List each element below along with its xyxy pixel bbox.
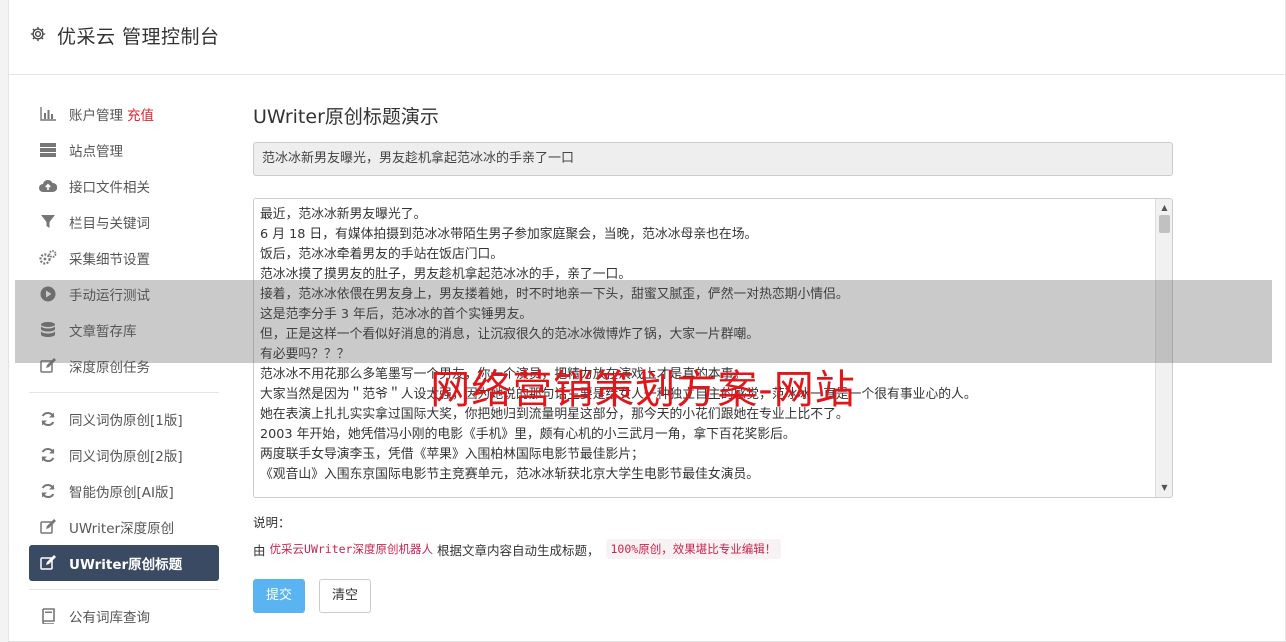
article-line: 范冰冰不用花那么多笔墨写一个男友，你一个演员，把精力放在演戏上才是真的本事。 [260, 367, 747, 382]
scrollbar-thumb[interactable] [1159, 215, 1170, 233]
console-panel: 优采云 管理控制台 账户管理 充值 站点管理 接口文件相关 栏目与关键词 采集细… [8, 0, 1286, 642]
sidebar-item-label: 账户管理 [69, 108, 123, 124]
sidebar-divider [29, 589, 219, 590]
sidebar-item-label: 公有词库查询 [69, 610, 150, 626]
article-line: 6 月 18 日，有媒体拍摄到范冰冰带陌生男子参加家庭聚会，当晚，范冰冰母亲也在… [260, 227, 758, 242]
article-line: 这是范李分手 3 年后，范冰冰的首个实锤男友。 [260, 307, 533, 322]
sidebar-item-label: 同义词伪原创[1版] [69, 413, 183, 429]
article-line: 饭后，范冰冰牵着男友的手站在饭店门口。 [260, 247, 504, 262]
sidebar-item-label: 站点管理 [69, 144, 123, 160]
server-icon [39, 141, 57, 159]
gear-icon [30, 26, 46, 42]
sidebar-item-article-store[interactable]: 文章暂存库 [29, 312, 219, 348]
edit-icon [39, 357, 57, 375]
refresh-icon [39, 482, 57, 500]
sidebar-item-label: 栏目与关键词 [69, 216, 150, 232]
main-content: UWriter原创标题演示 范冰冰新男友曝光，男友趁机拿起范冰冰的手亲了一口 最… [253, 104, 1173, 613]
refresh-icon [39, 410, 57, 428]
refresh-icon [39, 446, 57, 464]
sidebar-item-sites[interactable]: 站点管理 [29, 132, 219, 168]
article-text: 最近，范冰冰新男友曝光了。 6 月 18 日，有媒体拍摄到范冰冰带陌生男子参加家庭… [254, 199, 1172, 485]
textarea-scrollbar[interactable]: ▲ ▼ [1155, 199, 1172, 497]
note-text: 由 优采云UWriter深度原创机器人 根据文章内容自动生成标题， 100%原创… [253, 539, 1173, 559]
generated-title-field[interactable]: 范冰冰新男友曝光，男友趁机拿起范冰冰的手亲了一口 [253, 142, 1173, 176]
play-circle-icon [39, 285, 57, 303]
sidebar-item-collect-settings[interactable]: 采集细节设置 [29, 240, 219, 276]
sidebar-item-label: UWriter深度原创 [69, 521, 175, 537]
article-line: 但，正是这样一个看似好消息的消息，让沉寂很久的范冰冰微博炸了锅，大家一片群嘲。 [260, 327, 760, 342]
sidebar-item-account[interactable]: 账户管理 充值 [29, 96, 219, 132]
submit-button[interactable]: 提交 [253, 579, 306, 613]
note-prefix: 由 [253, 542, 266, 558]
sidebar-item-smart-ai[interactable]: 智能伪原创[AI版] [29, 473, 219, 509]
bar-chart-icon [39, 105, 57, 123]
article-line: 最近，范冰冰新男友曝光了。 [260, 207, 427, 222]
sidebar-item-label: 手动运行测试 [69, 288, 150, 304]
sidebar-item-label: 智能伪原创[AI版] [69, 485, 174, 501]
scroll-up-arrow-icon[interactable]: ▲ [1156, 201, 1172, 215]
sidebar-item-public-lexicon[interactable]: 公有词库查询 [29, 598, 219, 634]
note-code: 100%原创，效果堪比专业编辑！ [605, 539, 782, 559]
sidebar-divider [29, 392, 219, 393]
page-title: UWriter原创标题演示 [253, 106, 439, 128]
sidebar: 账户管理 充值 站点管理 接口文件相关 栏目与关键词 采集细节设置 手动运行测试… [29, 96, 219, 634]
article-line: 她在表演上扎扎实实拿过国际大奖，你把她归到流量明星这部分，那今天的小花们跟她在专… [260, 407, 849, 422]
sidebar-item-label: 文章暂存库 [69, 324, 137, 340]
article-line: 接着，范冰冰依偎在男友身上，男友搂着她，时不时地亲一下头，甜蜜又腻歪，俨然一对热… [260, 287, 849, 302]
note-label: 说明： [253, 515, 291, 530]
sidebar-item-label: 接口文件相关 [69, 180, 150, 196]
article-line: 两度联手女导演李玉，凭借《苹果》入围柏林国际电影节最佳影片； [260, 447, 644, 462]
sidebar-item-label: 同义词伪原创[2版] [69, 449, 183, 465]
filter-icon [39, 213, 57, 231]
article-line: 《观音山》入围东京国际电影节主竞赛单元，范冰冰斩获北京大学生电影节最佳女演员。 [260, 467, 760, 482]
sidebar-item-label: 深度原创任务 [69, 360, 150, 376]
sidebar-item-uwriter-deep[interactable]: UWriter深度原创 [29, 509, 219, 545]
header: 优采云 管理控制台 [9, 0, 1285, 75]
sidebar-item-columns-keywords[interactable]: 栏目与关键词 [29, 204, 219, 240]
gears-icon [39, 249, 57, 267]
edit-icon [39, 518, 57, 536]
action-buttons: 提交 清空 [253, 579, 1173, 613]
note-middle: 根据文章内容自动生成标题， [436, 542, 600, 558]
sidebar-item-synonym-v2[interactable]: 同义词伪原创[2版] [29, 437, 219, 473]
cloud-upload-icon [39, 177, 57, 195]
article-line: 有必要吗？？？ [260, 347, 350, 362]
book-icon [39, 607, 57, 625]
sidebar-item-synonym-v1[interactable]: 同义词伪原创[1版] [29, 401, 219, 437]
sidebar-item-interface-files[interactable]: 接口文件相关 [29, 168, 219, 204]
sidebar-item-deep-original-task[interactable]: 深度原创任务 [29, 348, 219, 384]
app-title: 优采云 管理控制台 [57, 26, 220, 48]
recharge-link[interactable]: 充值 [127, 104, 154, 124]
note-highlight: 优采云UWriter深度原创机器人 [269, 542, 433, 556]
sidebar-item-label: 采集细节设置 [69, 252, 150, 268]
scroll-down-arrow-icon[interactable]: ▼ [1156, 481, 1172, 495]
article-line: 2003 年开始，她凭借冯小刚的电影《手机》里，颇有心机的小三武月一角，拿下百花… [260, 427, 796, 442]
database-icon [39, 321, 57, 339]
article-line: 大家当然是因为＂范爷＂人设太强，因为她说的那句话主要是给女人一种独立自主的感觉，… [260, 387, 977, 402]
sidebar-item-label: UWriter原创标题 [69, 557, 183, 573]
article-line: 范冰冰摸了摸男友的肚子，男友趁机拿起范冰冰的手，亲了一口。 [260, 267, 632, 282]
edit-icon [39, 554, 57, 572]
article-textarea[interactable]: 最近，范冰冰新男友曝光了。 6 月 18 日，有媒体拍摄到范冰冰带陌生男子参加家庭… [253, 198, 1173, 498]
clear-button[interactable]: 清空 [319, 579, 372, 613]
sidebar-item-manual-run[interactable]: 手动运行测试 [29, 276, 219, 312]
sidebar-item-uwriter-title[interactable]: UWriter原创标题 [29, 545, 219, 581]
